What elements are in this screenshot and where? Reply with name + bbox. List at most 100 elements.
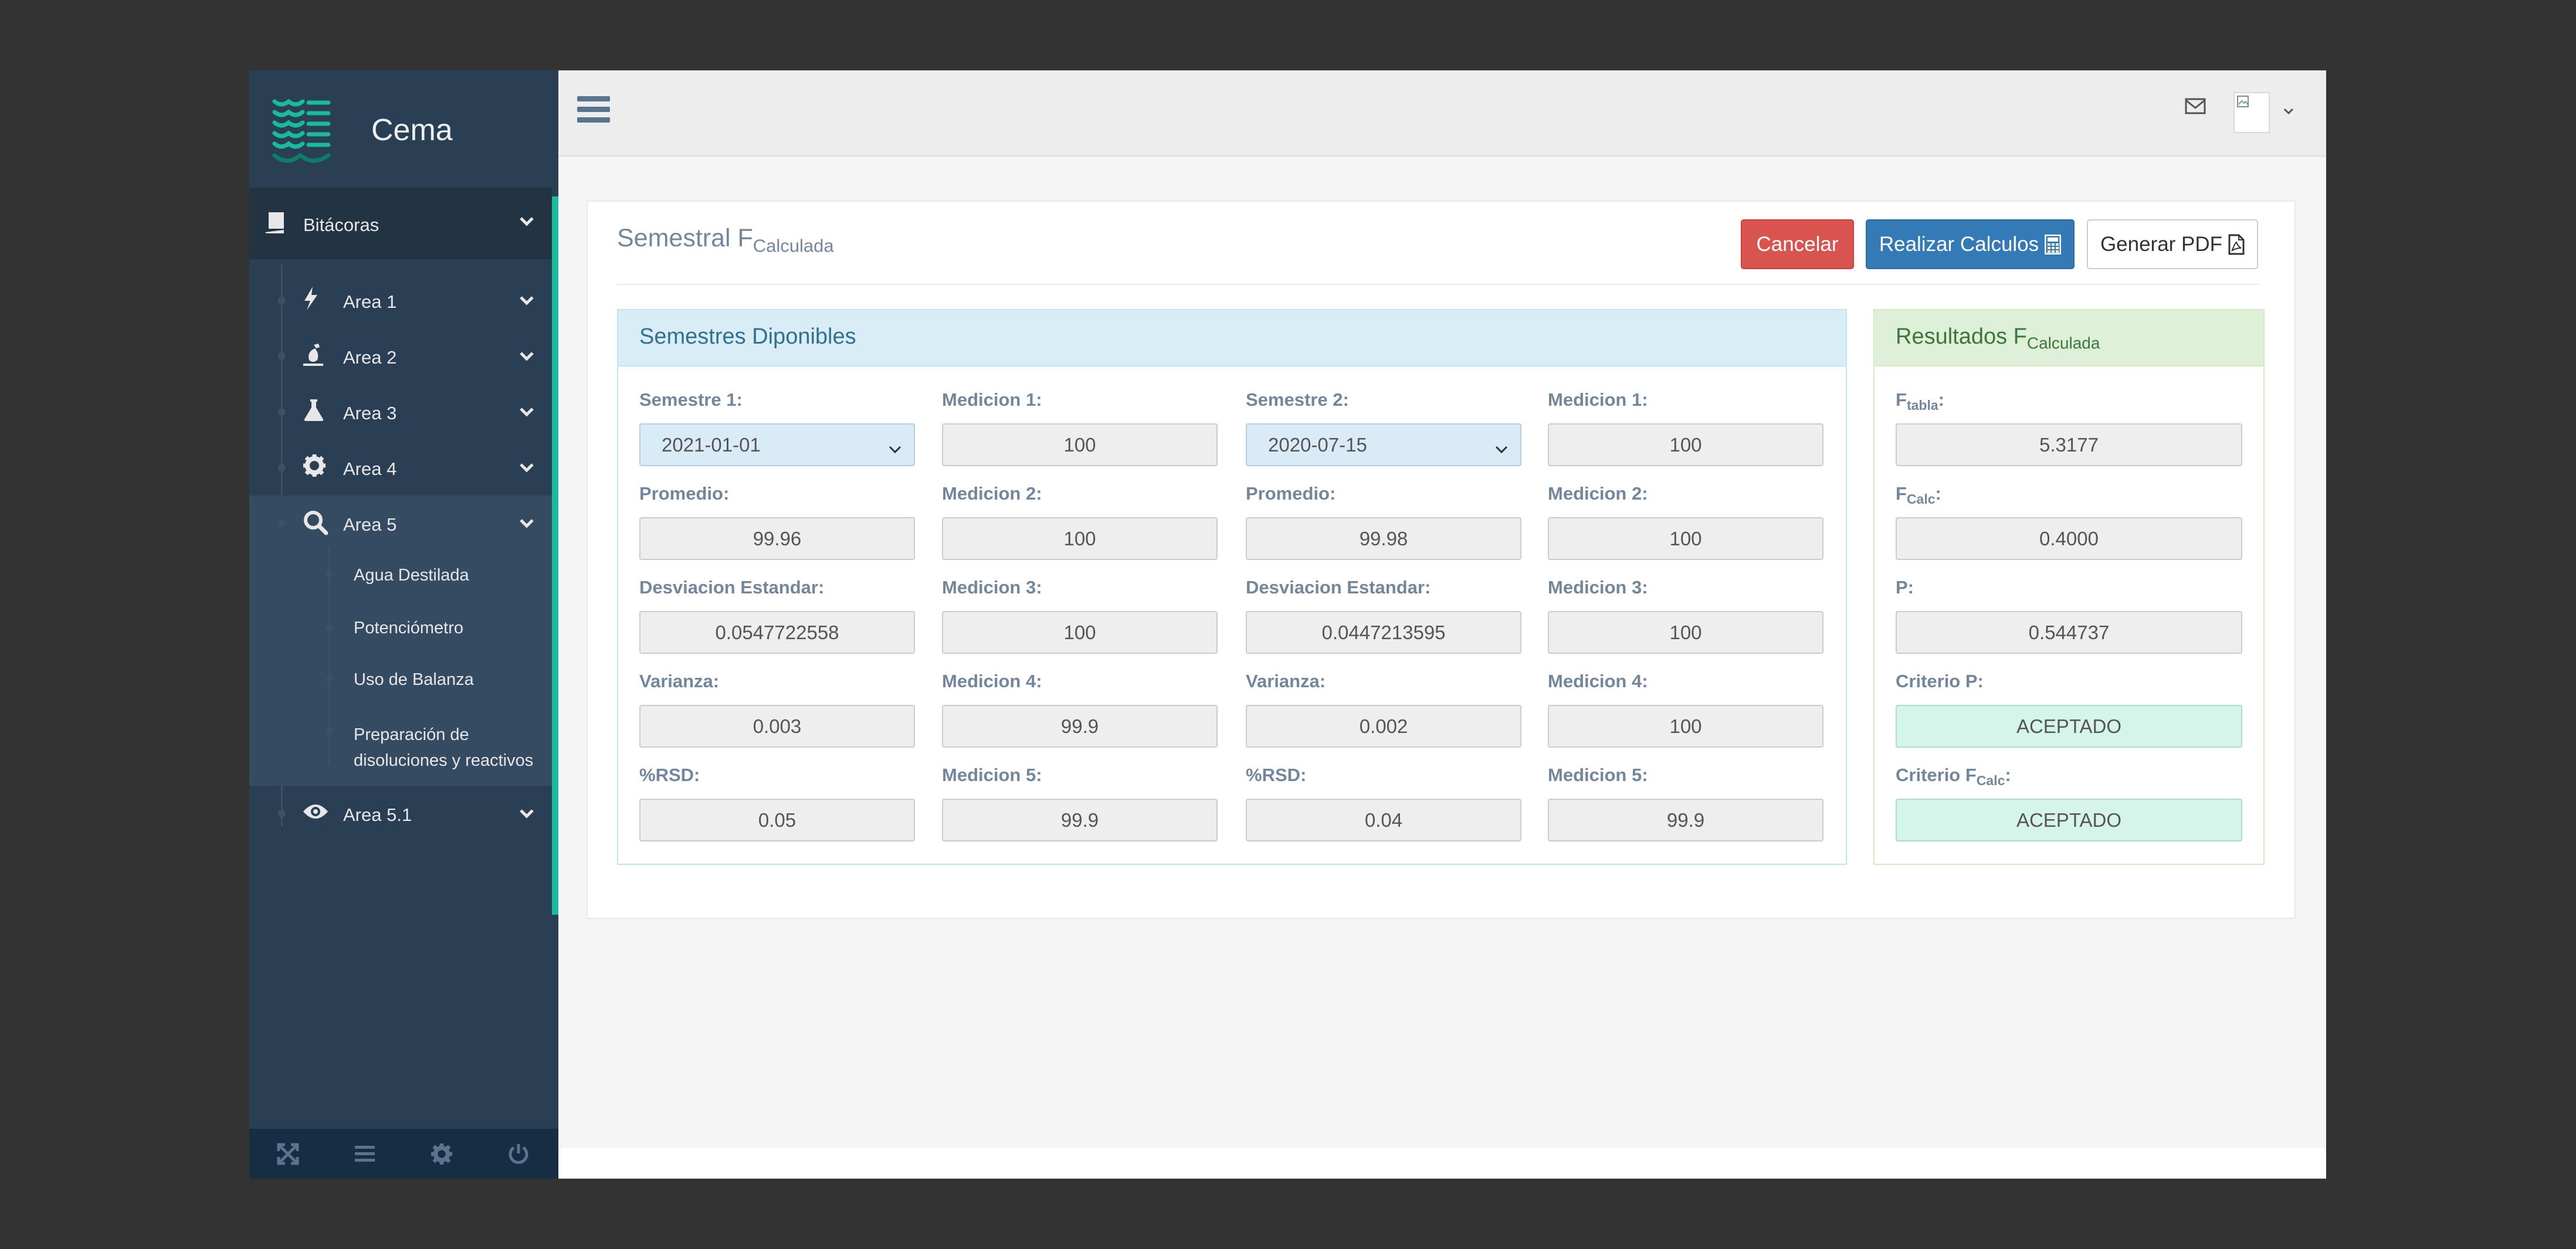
submenu-dot — [326, 728, 333, 734]
submenu-item-potenciometro[interactable]: Potenciómetro — [249, 601, 552, 654]
fcalc-field[interactable]: 0.4000 — [1896, 517, 2242, 560]
chevron-down-icon — [1494, 437, 1509, 460]
fullscreen-button[interactable] — [249, 1129, 326, 1179]
semestre-1-select[interactable]: 2021-01-01 — [639, 423, 915, 466]
semestres-panel-header: Semestres Diponibles — [618, 310, 1846, 366]
fullscreen-icon — [277, 1143, 299, 1165]
sem1-medicion-2-field[interactable]: 100 — [942, 517, 1218, 560]
p-field[interactable]: 0.544737 — [1896, 611, 2242, 654]
criterio-fcalc-field[interactable]: ACEPTADO — [1896, 799, 2242, 841]
medicion-label: Medicion 5: — [1548, 765, 1648, 785]
sem2-medicion-4-field[interactable]: 100 — [1548, 705, 1823, 748]
criterio-p-field[interactable]: ACEPTADO — [1896, 705, 2242, 748]
brand[interactable]: Cema — [249, 70, 558, 188]
medicion-label: Medicion 1: — [942, 389, 1042, 410]
timeline-dot — [278, 352, 286, 360]
semestre-2-value: 2020-07-15 — [1268, 433, 1367, 456]
rsd-1-label: %RSD: — [639, 765, 700, 785]
submenu-item-label: Potenciómetro — [354, 619, 463, 637]
varianza-2-field[interactable]: 0.002 — [1246, 705, 1521, 748]
sem2-medicion-2-field[interactable]: 100 — [1548, 517, 1823, 560]
chevron-down-icon — [519, 462, 534, 477]
submenu-item-uso-de-balanza[interactable]: Uso de Balanza — [249, 654, 552, 705]
rsd-1-field[interactable]: 0.05 — [639, 799, 915, 841]
submenu-item-agua-destilada[interactable]: Agua Destilada — [249, 548, 552, 601]
fcalc-label: FCalc: — [1896, 483, 1941, 507]
promedio-2-field[interactable]: 99.98 — [1246, 517, 1521, 560]
chevron-down-icon — [519, 216, 534, 230]
sidebar-item-area-5[interactable]: Area 5 — [249, 495, 552, 551]
sidebar-item-label: Area 5 — [343, 514, 397, 535]
content-panel: Semestral FCalculada Cancelar Realizar C… — [587, 201, 2296, 919]
medicion-label: Medicion 2: — [942, 483, 1042, 504]
search-icon — [303, 510, 328, 538]
beaker-icon — [303, 398, 324, 425]
semestre-1-label: Semestre 1: — [639, 389, 743, 410]
app-window: Cema Bitácoras Area 1 Area 2 Area 3 Area… — [249, 70, 2326, 1179]
medicion-label: Medicion 4: — [1548, 671, 1648, 691]
user-avatar[interactable] — [2233, 92, 2270, 133]
semestre-2-label: Semestre 2: — [1246, 389, 1349, 410]
timeline-dot — [278, 297, 286, 304]
chevron-down-icon — [519, 295, 534, 310]
settings-button[interactable] — [403, 1129, 480, 1179]
calculator-icon — [2045, 234, 2062, 254]
submenu-dot — [326, 572, 333, 578]
logout-button[interactable] — [480, 1129, 557, 1179]
sem2-medicion-1-field[interactable]: 100 — [1548, 423, 1823, 466]
gear-icon — [431, 1143, 452, 1165]
timeline-dot — [278, 408, 286, 416]
promedio-1-label: Promedio: — [639, 483, 730, 504]
sidebar-item-label: Area 5.1 — [343, 805, 412, 825]
sidebar-item-label: Area 3 — [343, 403, 397, 423]
cancel-button[interactable]: Cancelar — [1741, 219, 1854, 269]
brand-name: Cema — [371, 113, 453, 147]
list-icon — [354, 1145, 375, 1162]
varianza-2-label: Varianza: — [1246, 671, 1326, 691]
sem2-medicion-5-field[interactable]: 99.9 — [1548, 799, 1823, 841]
medicion-label: Medicion 1: — [1548, 389, 1648, 410]
mail-icon — [2185, 98, 2206, 114]
menu-section-bitacoras[interactable]: Bitácoras — [249, 188, 552, 259]
submenu-item-preparacion-disoluciones[interactable]: Preparación de disoluciones y reactivos — [249, 705, 552, 785]
promedio-1-field[interactable]: 99.96 — [639, 517, 915, 560]
ftabla-field[interactable]: 5.3177 — [1896, 423, 2242, 466]
rsd-2-field[interactable]: 0.04 — [1246, 799, 1521, 841]
pdf-file-icon — [2228, 234, 2245, 254]
semestres-panel: Semestres Diponibles Semestre 1: 2021-01… — [617, 309, 1847, 865]
sem1-medicion-3-field[interactable]: 100 — [942, 611, 1218, 654]
varianza-1-field[interactable]: 0.003 — [639, 705, 915, 748]
sidebar-item-area-3[interactable]: Area 3 — [249, 384, 552, 440]
sem1-medicion-5-field[interactable]: 99.9 — [942, 799, 1218, 841]
calculate-button[interactable]: Realizar Calculos — [1866, 219, 2075, 269]
list-button[interactable] — [326, 1129, 403, 1179]
sidebar-item-area-4[interactable]: Area 4 — [249, 440, 552, 495]
broken-image-icon — [2237, 96, 2249, 107]
title-divider — [617, 284, 2259, 285]
chevron-down-icon[interactable] — [2283, 107, 2294, 118]
menu-toggle-button[interactable] — [576, 94, 611, 128]
desviacion-1-field[interactable]: 0.0547722558 — [639, 611, 915, 654]
active-menu-accent — [552, 196, 558, 915]
generate-pdf-button-label: Generar PDF — [2100, 232, 2223, 256]
chevron-down-icon — [519, 351, 534, 365]
generate-pdf-button[interactable]: Generar PDF — [2087, 219, 2258, 269]
sidebar-item-area-1[interactable]: Area 1 — [249, 273, 552, 328]
semestre-2-select[interactable]: 2020-07-15 — [1246, 423, 1521, 466]
desviacion-2-field[interactable]: 0.0447213595 — [1246, 611, 1521, 654]
sem1-medicion-1-field[interactable]: 100 — [942, 423, 1218, 466]
messages-button[interactable] — [2185, 98, 2206, 117]
gear-icon — [303, 454, 326, 480]
medicion-label: Medicion 2: — [1548, 483, 1648, 504]
menu-section-label: Bitácoras — [303, 215, 379, 235]
sem1-medicion-4-field[interactable]: 99.9 — [942, 705, 1218, 748]
criterio-p-label: Criterio P: — [1896, 671, 1984, 691]
sidebar-item-area-2[interactable]: Area 2 — [249, 328, 552, 384]
flask-icon — [302, 342, 324, 370]
sem2-medicion-3-field[interactable]: 100 — [1548, 611, 1823, 654]
sidebar-item-area-5-1[interactable]: Area 5.1 — [249, 786, 552, 841]
medicion-label: Medicion 3: — [942, 577, 1042, 598]
sidebar-item-label: Area 2 — [343, 347, 397, 368]
semestre-1-value: 2021-01-01 — [662, 433, 761, 456]
chevron-down-icon — [519, 808, 534, 823]
